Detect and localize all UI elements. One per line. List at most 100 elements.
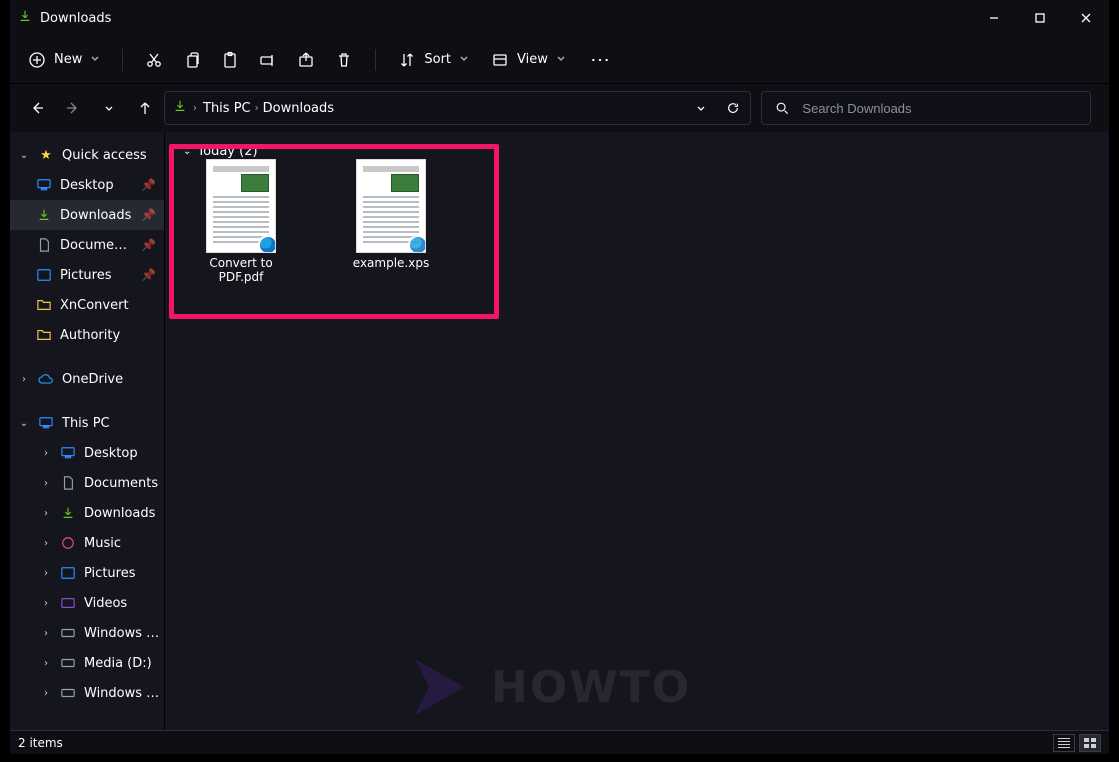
breadcrumb-item[interactable]: Downloads: [263, 101, 334, 116]
watermark: HOWTO: [415, 652, 775, 722]
edge-badge-icon: [258, 235, 275, 252]
star-icon: ★: [38, 147, 54, 163]
cut-icon[interactable]: [145, 51, 163, 69]
chevron-right-icon: ›: [193, 103, 197, 114]
pin-icon: 📌: [141, 208, 156, 222]
chevron-right-icon[interactable]: ›: [40, 568, 52, 579]
breadcrumb-item[interactable]: This PC ›: [203, 101, 259, 116]
chevron-right-icon[interactable]: ›: [40, 538, 52, 549]
tree-item-pc-pictures[interactable]: › Pictures: [10, 558, 164, 588]
downloads-icon: [60, 505, 76, 521]
status-bar: 2 items: [10, 730, 1109, 754]
tree-item-authority[interactable]: Authority: [10, 320, 164, 350]
back-button[interactable]: [28, 99, 46, 117]
tree-section-this-pc[interactable]: ⌄ This PC: [10, 408, 164, 438]
chevron-right-icon: ›: [255, 103, 259, 114]
pictures-icon: [60, 565, 76, 581]
tree-item-pc-drive-e[interactable]: › Windows 10 (E: [10, 678, 164, 708]
downloads-icon: [36, 207, 52, 223]
body: ⌄ ★ Quick access Desktop 📌 Downloads 📌: [10, 132, 1109, 730]
item-count: 2 items: [18, 736, 63, 750]
share-icon[interactable]: [297, 51, 315, 69]
delete-icon[interactable]: [335, 51, 353, 69]
navigation-tree[interactable]: ⌄ ★ Quick access Desktop 📌 Downloads 📌: [10, 132, 165, 730]
forward-button[interactable]: [64, 99, 82, 117]
file-list: Convert to PDF.pdf example.xps: [187, 160, 445, 284]
music-icon: [60, 535, 76, 551]
search-icon: [774, 99, 790, 117]
window-title: Downloads: [40, 11, 111, 26]
chevron-right-icon[interactable]: ›: [40, 688, 52, 699]
folder-icon: [36, 297, 52, 313]
tree-item-documents[interactable]: Documents 📌: [10, 230, 164, 260]
chevron-down-icon: [90, 52, 100, 67]
tree-item-xnconvert[interactable]: XnConvert: [10, 290, 164, 320]
rename-icon[interactable]: [259, 51, 277, 69]
downloads-icon: [18, 9, 32, 27]
chevron-down-icon[interactable]: ⌄: [18, 418, 30, 429]
separator: [375, 49, 376, 71]
chevron-down-icon[interactable]: ⌄: [18, 150, 30, 161]
tree-section-quick-access[interactable]: ⌄ ★ Quick access: [10, 140, 164, 170]
search-box[interactable]: [761, 91, 1091, 125]
file-item[interactable]: example.xps: [337, 160, 445, 284]
folder-icon: [36, 327, 52, 343]
file-thumbnail: [357, 160, 425, 252]
tree-item-pc-drive-d[interactable]: › Media (D:): [10, 648, 164, 678]
chevron-right-icon[interactable]: ›: [18, 374, 30, 385]
videos-icon: [60, 595, 76, 611]
separator: [122, 49, 123, 71]
tree-item-pc-music[interactable]: › Music: [10, 528, 164, 558]
cloud-icon: [38, 371, 54, 387]
content-pane[interactable]: ⌄ Today (2) Convert to PDF.pdf: [165, 132, 1109, 730]
copy-icon[interactable]: [183, 51, 201, 69]
details-view-button[interactable]: [1053, 734, 1075, 752]
search-input[interactable]: [800, 100, 1078, 117]
titlebar: Downloads: [10, 0, 1109, 36]
chevron-right-icon[interactable]: ›: [40, 628, 52, 639]
view-button[interactable]: View: [491, 51, 566, 69]
pin-icon: 📌: [141, 268, 156, 282]
file-explorer-window: Downloads New: [10, 0, 1109, 754]
chevron-right-icon[interactable]: ›: [40, 508, 52, 519]
address-bar[interactable]: › This PC › Downloads: [164, 91, 751, 125]
tree-item-downloads[interactable]: Downloads 📌: [10, 200, 164, 230]
sort-button[interactable]: Sort: [398, 51, 469, 69]
pin-icon: 📌: [141, 178, 156, 192]
desktop-icon: [60, 445, 76, 461]
tree-item-pc-desktop[interactable]: › Desktop: [10, 438, 164, 468]
minimize-button[interactable]: [971, 0, 1017, 36]
tree-item-pc-drive-c[interactable]: › Windows 11 (C: [10, 618, 164, 648]
file-item[interactable]: Convert to PDF.pdf: [187, 160, 295, 284]
file-name: example.xps: [353, 256, 429, 270]
tree-section-onedrive[interactable]: › OneDrive: [10, 364, 164, 394]
paste-icon[interactable]: [221, 51, 239, 69]
thumbnails-view-button[interactable]: [1079, 734, 1101, 752]
tree-item-pictures[interactable]: Pictures 📌: [10, 260, 164, 290]
pin-icon: 📌: [141, 238, 156, 252]
chevron-right-icon[interactable]: ›: [40, 658, 52, 669]
up-button[interactable]: [136, 99, 154, 117]
chevron-right-icon[interactable]: ›: [40, 448, 52, 459]
chevron-right-icon[interactable]: ›: [40, 598, 52, 609]
desktop-icon: [36, 177, 52, 193]
refresh-button[interactable]: [724, 99, 742, 117]
drive-icon: [60, 685, 76, 701]
breadcrumb: This PC › Downloads: [203, 101, 686, 116]
chevron-down-icon: [556, 52, 566, 67]
pc-icon: [38, 415, 54, 431]
edge-badge-icon: [408, 235, 425, 252]
recent-locations-button[interactable]: [100, 99, 118, 117]
tree-item-pc-documents[interactable]: › Documents: [10, 468, 164, 498]
downloads-icon: [173, 99, 187, 117]
tree-item-desktop[interactable]: Desktop 📌: [10, 170, 164, 200]
new-button[interactable]: New: [28, 51, 100, 69]
history-dropdown-button[interactable]: [692, 99, 710, 117]
tree-item-pc-videos[interactable]: › Videos: [10, 588, 164, 618]
maximize-button[interactable]: [1017, 0, 1063, 36]
new-label: New: [54, 52, 82, 67]
close-button[interactable]: [1063, 0, 1109, 36]
tree-item-pc-downloads[interactable]: › Downloads: [10, 498, 164, 528]
more-icon[interactable]: [588, 51, 612, 69]
chevron-right-icon[interactable]: ›: [40, 478, 52, 489]
